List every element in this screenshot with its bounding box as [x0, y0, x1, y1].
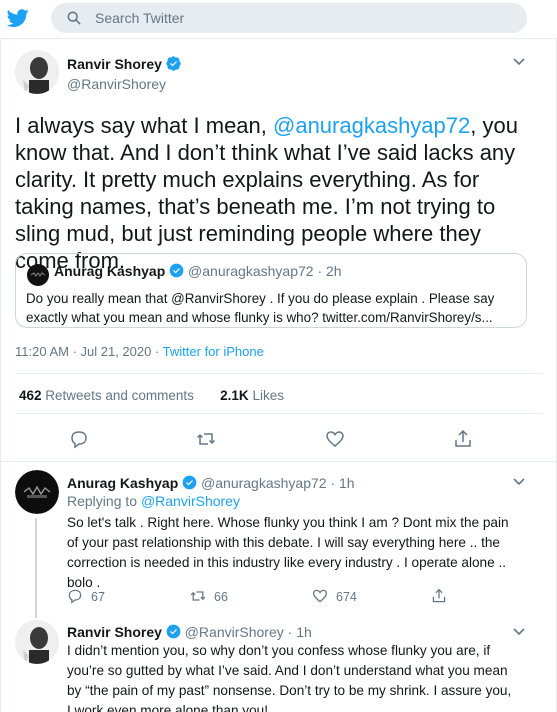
verified-badge-icon — [182, 475, 197, 490]
like-icon — [312, 589, 328, 603]
like-icon[interactable] — [325, 429, 345, 449]
chevron-down-icon[interactable] — [513, 628, 525, 636]
retweet-count[interactable]: 66 — [190, 588, 228, 606]
chevron-down-icon[interactable] — [513, 478, 525, 486]
retweet-icon[interactable] — [196, 429, 216, 449]
verified-badge-icon — [169, 263, 184, 278]
anurag-avatar-icon — [27, 264, 49, 286]
reply-icon[interactable] — [69, 429, 89, 449]
divider — [15, 413, 542, 414]
chevron-down-icon[interactable] — [513, 58, 525, 66]
share-button[interactable] — [431, 588, 455, 606]
likes-stat[interactable]: 2.1K Likes — [220, 388, 284, 403]
share-icon — [432, 588, 446, 603]
anurag-avatar-icon — [15, 470, 59, 514]
quoted-text: Do you really mean that @RanvirShorey . … — [26, 291, 495, 325]
reply-text: So let's talk . Right here. Whose flunky… — [67, 515, 509, 590]
avatar[interactable] — [15, 470, 59, 514]
avatar[interactable] — [15, 50, 59, 94]
verified-badge-icon — [166, 56, 182, 71]
tweet-actions — [0, 424, 557, 454]
reply-icon — [68, 589, 82, 604]
tweet-timestamp: 11:20 AM · Jul 21, 2020 · Twitter for iP… — [15, 344, 264, 359]
author-handle[interactable]: @RanvirShorey — [67, 76, 166, 92]
search-icon — [67, 11, 81, 25]
twitter-logo-icon[interactable] — [6, 7, 30, 29]
search-input[interactable] — [95, 3, 515, 33]
author-name[interactable]: Ranvir Shorey — [67, 56, 182, 74]
quoted-header: Anurag Kashyap @anuragkashyap72 · 2h — [54, 263, 342, 279]
search-bar[interactable] — [51, 3, 527, 33]
replying-to: Replying to @RanvirShorey — [67, 493, 240, 509]
like-count[interactable]: 674 — [312, 588, 357, 606]
engagement-stats: 462 Retweets and comments 2.1K Likes — [19, 388, 284, 403]
reply-count[interactable]: 67 — [67, 588, 105, 606]
ranvir-avatar-icon — [15, 50, 59, 94]
quoted-tweet[interactable]: Anurag Kashyap @anuragkashyap72 · 2h Do … — [15, 253, 527, 328]
avatar[interactable] — [15, 620, 59, 664]
top-bar — [0, 0, 557, 38]
thread-line — [35, 518, 37, 618]
reply-header: Anurag Kashyap @anuragkashyap72 · 1h — [67, 475, 355, 491]
ranvir-avatar-icon — [15, 620, 59, 664]
tweet-text: I always say what I mean, @anuragkashyap… — [15, 113, 518, 273]
reply-text: I didn’t mention you, so why don’t you c… — [67, 643, 512, 712]
source-link[interactable]: Twitter for iPhone — [163, 344, 264, 359]
retweet-icon — [190, 591, 206, 601]
retweets-stat[interactable]: 462 Retweets and comments — [19, 388, 194, 403]
mention-link[interactable]: @anuragkashyap72 — [273, 113, 470, 138]
divider — [0, 461, 557, 462]
replying-to-link[interactable]: @RanvirShorey — [141, 493, 240, 509]
share-icon[interactable] — [453, 429, 473, 449]
verified-badge-icon — [166, 624, 181, 639]
divider — [15, 373, 542, 374]
reply-header: Ranvir Shorey @RanvirShorey · 1h — [67, 624, 312, 640]
